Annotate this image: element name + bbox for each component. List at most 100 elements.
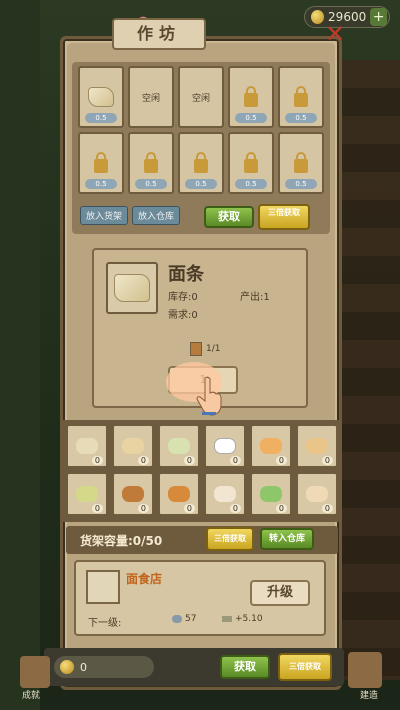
lock-icon <box>94 152 108 173</box>
lock-icon <box>294 152 308 173</box>
inventory-grid: 0 0 0 0 0 0 0 0 0 0 0 0 <box>62 420 340 522</box>
slot-badge: 0.5 <box>85 113 117 123</box>
put-shelf-button[interactable]: 放入货架 <box>80 206 129 225</box>
dumpling-plate-icon <box>306 486 328 502</box>
slot-10[interactable]: 0.5 <box>278 132 324 194</box>
lock-icon <box>144 152 158 173</box>
rice-ball-icon <box>214 486 236 502</box>
shop-card: 面食店 下一级: 57 +5.10 升级 <box>74 560 326 636</box>
item-count: 0 <box>275 504 287 513</box>
slot-4[interactable]: 0.5 <box>228 66 274 128</box>
close-icon[interactable]: ✕ <box>322 22 348 48</box>
triple-collect-button[interactable]: 三倍获取 <box>258 204 310 230</box>
slot-action-row: 放入货架 放入仓库 <box>80 206 181 225</box>
stat-value: +5.10 <box>235 614 263 624</box>
inventory-item[interactable]: 0 <box>158 472 200 516</box>
noodle-icon <box>114 274 150 302</box>
triple-label: 三倍获取 <box>268 208 300 217</box>
stick-icon <box>168 486 190 502</box>
background-left <box>0 0 40 710</box>
inventory-item[interactable]: 0 <box>66 472 108 516</box>
stat-customers: 57 <box>172 614 196 624</box>
bottom-collect-button[interactable]: 获取 <box>220 655 270 679</box>
noodles-icon <box>76 438 98 454</box>
item-count: 0 <box>229 504 241 513</box>
build-button[interactable] <box>348 652 382 688</box>
slot-6[interactable]: 0.5 <box>78 132 124 194</box>
veg-plate-icon <box>260 486 282 502</box>
inventory-item[interactable]: 0 <box>112 472 154 516</box>
product-thumb <box>106 262 158 314</box>
cash-icon <box>222 616 232 622</box>
wrap-icon <box>306 438 328 454</box>
cake-icon <box>260 438 282 454</box>
shelf-triple-button[interactable]: 三倍获取 <box>206 527 254 551</box>
slot-1[interactable]: 0.5 <box>78 66 124 128</box>
inventory-item[interactable]: 0 <box>250 472 292 516</box>
demand-label: 需求:0 <box>168 310 198 321</box>
ingredient-icon <box>190 342 202 356</box>
item-count: 0 <box>321 456 333 465</box>
bottom-triple-button[interactable]: 三倍获取 <box>278 653 332 681</box>
inventory-item[interactable]: 0 <box>204 472 246 516</box>
slot-3[interactable]: 空闲 <box>178 66 224 128</box>
twist-icon <box>122 486 144 502</box>
achievements-button[interactable] <box>20 656 50 688</box>
item-count: 0 <box>183 504 195 513</box>
slot-badge: 0.5 <box>185 179 217 189</box>
pointing-hand-icon <box>196 376 222 416</box>
coin-icon <box>60 660 74 674</box>
slot-badge: 0.5 <box>285 113 317 123</box>
background-right <box>340 60 400 680</box>
salad-icon <box>76 486 98 502</box>
plate-icon <box>214 438 236 454</box>
build-label: 建造 <box>359 691 378 701</box>
people-icon <box>172 615 182 623</box>
inventory-item[interactable]: 0 <box>158 424 200 468</box>
lock-icon <box>244 152 258 173</box>
slot-label: 空闲 <box>141 93 160 104</box>
window-title: 作坊 <box>112 18 206 50</box>
bottom-coin-amount: 0 <box>80 660 87 674</box>
add-currency-button[interactable]: + <box>370 8 387 26</box>
slot-badge: 0.5 <box>135 179 167 189</box>
slot-2[interactable]: 空闲 <box>128 66 174 128</box>
item-count: 0 <box>275 456 287 465</box>
lock-icon <box>244 86 258 107</box>
upgrade-button[interactable]: 升级 <box>250 580 310 606</box>
slot-badge: 0.5 <box>235 113 267 123</box>
stat-value: 57 <box>185 614 197 624</box>
slot-5[interactable]: 0.5 <box>278 66 324 128</box>
inventory-item[interactable]: 0 <box>296 424 338 468</box>
slot-badge: 0.5 <box>85 179 117 189</box>
slot-8[interactable]: 0.5 <box>178 132 224 194</box>
next-level-label: 下一级: <box>88 618 122 629</box>
inventory-item[interactable]: 0 <box>296 472 338 516</box>
output-label: 产出:1 <box>240 292 270 303</box>
bun-icon <box>122 438 144 454</box>
ingredient-progress: 1/1 <box>190 342 220 356</box>
stat-income: +5.10 <box>222 614 263 624</box>
lock-icon <box>294 86 308 107</box>
item-count: 0 <box>137 504 149 513</box>
slot-badge: 0.5 <box>235 179 267 189</box>
item-count: 0 <box>91 456 103 465</box>
slot-badge: 0.5 <box>285 179 317 189</box>
dumpling-icon <box>168 438 190 454</box>
item-count: 0 <box>183 456 195 465</box>
inventory-item[interactable]: 0 <box>204 424 246 468</box>
move-to-warehouse-button[interactable]: 转入仓库 <box>260 528 314 550</box>
put-warehouse-button[interactable]: 放入仓库 <box>132 206 181 225</box>
item-count: 0 <box>321 504 333 513</box>
slot-7[interactable]: 0.5 <box>128 132 174 194</box>
product-name: 面条 <box>168 264 204 285</box>
inventory-item[interactable]: 0 <box>112 424 154 468</box>
inventory-item[interactable]: 0 <box>66 424 108 468</box>
inventory-item[interactable]: 0 <box>250 424 292 468</box>
item-count: 0 <box>91 504 103 513</box>
ingredient-count: 1/1 <box>206 344 221 354</box>
slot-9[interactable]: 0.5 <box>228 132 274 194</box>
shop-image <box>86 570 120 604</box>
collect-button[interactable]: 获取 <box>204 206 254 228</box>
item-count: 0 <box>229 456 241 465</box>
